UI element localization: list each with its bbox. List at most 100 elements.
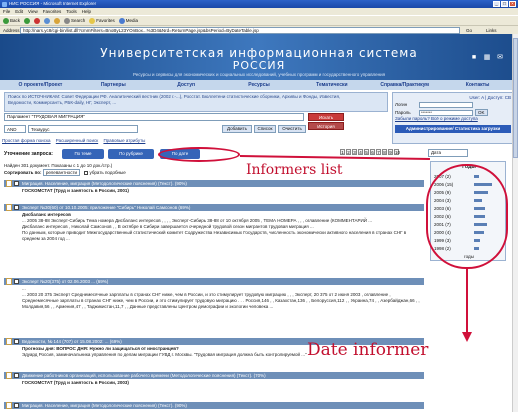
result-title-link[interactable]: Миграция. Население, миграция (Методолог… — [4, 180, 424, 187]
operator-select[interactable]: AND — [4, 125, 26, 133]
tab-about[interactable]: О проекте/Проект — [4, 80, 77, 90]
forward-button[interactable] — [24, 17, 31, 24]
result-title-link[interactable]: Эксперт №20(375) от 02.06.2003 ... (69%) — [4, 278, 424, 285]
document-icon — [6, 402, 12, 409]
menu-favorites[interactable]: Favorites — [43, 8, 62, 15]
address-label: Address — [3, 28, 20, 33]
result-title-link[interactable]: Движение работников организаций, использ… — [4, 372, 424, 379]
sitemap-icon[interactable]: ▦ — [483, 54, 491, 62]
result-item: Миграция. Население, миграция (Методолог… — [4, 402, 424, 409]
page-link[interactable]: 8 — [382, 149, 387, 155]
result-checkbox[interactable] — [14, 339, 19, 344]
menu-view[interactable]: View — [28, 8, 38, 15]
clear-button[interactable]: Очистить — [278, 125, 306, 133]
simple-search-link[interactable]: Простая форма поиска — [2, 138, 51, 143]
refine-rubric-button[interactable]: По рубрике — [108, 149, 154, 159]
page-link[interactable]: 4 — [358, 149, 363, 155]
result-checkbox[interactable] — [14, 205, 19, 210]
vertical-scrollbar[interactable] — [512, 34, 518, 412]
menu-edit[interactable]: Edit — [15, 8, 23, 15]
result-checkbox[interactable] — [14, 181, 19, 186]
media-button[interactable]: Media — [118, 16, 138, 26]
favorites-label: Favorites — [96, 17, 115, 23]
mail-icon[interactable]: ✉ — [496, 54, 504, 62]
tab-access[interactable]: Доступ — [150, 80, 223, 90]
refine-topic-button[interactable]: По теме — [62, 149, 104, 159]
window-title: НИС РОССИЯ - Microsoft Internet Explorer — [9, 1, 97, 6]
sources-info: Поиск по ИСТОЧНИКАМ: Совет Федерации РФ.… — [4, 92, 388, 112]
minimize-button[interactable]: _ — [493, 1, 500, 7]
login-panel: User: A | Доступ: CB Логин Пароль ******… — [392, 92, 514, 144]
forgot-password-link[interactable]: Забыли пароль? Всё о режиме доступа — [395, 116, 511, 122]
result-checkbox[interactable] — [14, 373, 19, 378]
close-button[interactable]: × — [509, 1, 516, 7]
tab-contacts[interactable]: Контакты — [441, 80, 514, 90]
menu-help[interactable]: Help — [82, 8, 91, 15]
page-link[interactable]: 7 — [376, 149, 381, 155]
home-nav-icon[interactable]: ■ — [470, 54, 478, 62]
refresh-button[interactable] — [44, 17, 51, 24]
stop-button[interactable] — [34, 17, 41, 24]
login-label: Логин — [395, 102, 408, 107]
result-checkbox[interactable] — [14, 403, 19, 408]
ok-button[interactable]: OK — [475, 109, 488, 116]
date-informer-select[interactable]: Дата — [428, 149, 468, 157]
result-title-link[interactable]: Миграция. Население, миграция (Методолог… — [4, 402, 424, 409]
forward-arrow-icon — [24, 17, 31, 24]
password-field[interactable]: ******* — [419, 109, 473, 116]
menu-file[interactable]: File — [3, 8, 10, 15]
results-summary: Найден 301 документ. Показаны с 1 до 10 … — [4, 162, 234, 176]
go-button[interactable]: Go — [466, 27, 472, 34]
browser-window: НИС РОССИЯ - Microsoft Internet Explorer… — [0, 0, 518, 412]
page-link[interactable]: 3 — [352, 149, 357, 155]
home-button[interactable] — [54, 17, 61, 24]
page-link[interactable]: 10 — [394, 149, 400, 155]
page-link[interactable]: 1 — [340, 149, 345, 155]
address-bar: Address http://nars.yc8/cgi-bin/list.dll… — [0, 25, 518, 34]
address-input[interactable]: http://nars.yc8/cgi-bin/list.dll?cmmFilt… — [20, 27, 460, 34]
add-button[interactable]: Добавить — [222, 125, 252, 133]
menu-tools[interactable]: Tools — [66, 8, 77, 15]
dedupe-label: убрать подобные — [89, 170, 126, 175]
tab-partners[interactable]: Партнеры — [77, 80, 150, 90]
favorites-button[interactable]: Favorites — [89, 16, 115, 26]
tab-thematic[interactable]: Тематически — [295, 80, 368, 90]
search-links: Простая форма поиска Расширенный поиск П… — [2, 137, 302, 144]
search-button[interactable]: Search — [64, 16, 85, 26]
find-button[interactable]: Искать — [308, 113, 344, 121]
title-bar: НИС РОССИЯ - Microsoft Internet Explorer… — [0, 0, 518, 8]
admin-button[interactable]: Администрирование/ Статистика загрузки — [395, 125, 511, 133]
result-item: Эксперт №30(60) от 10.10.2005: приложени… — [4, 204, 424, 243]
scrollbar-thumb[interactable] — [513, 38, 518, 158]
field-select[interactable]: Тезаурус — [28, 125, 138, 133]
document-icon — [6, 338, 12, 345]
page-link[interactable]: 9 — [388, 149, 393, 155]
page-link[interactable]: 2 — [346, 149, 351, 155]
maximize-button[interactable]: □ — [501, 1, 508, 7]
back-label: Back — [10, 17, 21, 23]
sort-select[interactable]: релевантности — [42, 169, 81, 176]
ie-icon — [2, 1, 7, 7]
refresh-icon — [44, 17, 51, 24]
back-arrow-icon — [3, 17, 9, 24]
page-link[interactable]: 6 — [370, 149, 375, 155]
tab-resources[interactable]: Ресурсы — [223, 80, 296, 90]
result-checkbox[interactable] — [14, 279, 19, 284]
legal-attrs-link[interactable]: Правовые атрибуты — [103, 138, 145, 143]
results-list: Миграция. Население, миграция (Методолог… — [4, 180, 424, 412]
search-label: Search — [71, 17, 86, 23]
list-button[interactable]: Список — [254, 125, 276, 133]
refine-label: Уточнение запроса: — [4, 151, 53, 157]
found-count: Найден 301 документ. Показаны с 1 до 10 … — [4, 163, 113, 168]
dedupe-checkbox[interactable] — [84, 170, 89, 175]
back-button[interactable]: Back — [3, 16, 20, 26]
advanced-search-link[interactable]: Расширенный поиск — [56, 138, 98, 143]
result-title-link[interactable]: Эксперт №30(60) от 10.10.2005: приложени… — [4, 204, 424, 211]
page-link[interactable]: 5 — [364, 149, 369, 155]
search-query-input[interactable]: Парламент "ТРУДОВАЯ МИГРАЦИЯ" — [4, 113, 304, 121]
tab-help[interactable]: Справка/Практикум — [368, 80, 441, 90]
result-source: ГОСКОМСТАТ (Труд и занятость в России, 2… — [22, 188, 129, 193]
main-nav: О проекте/Проект Партнеры Доступ Ресурсы… — [0, 80, 518, 90]
result-item: Миграция. Население, миграция (Методолог… — [4, 180, 424, 195]
login-field[interactable] — [419, 102, 473, 108]
